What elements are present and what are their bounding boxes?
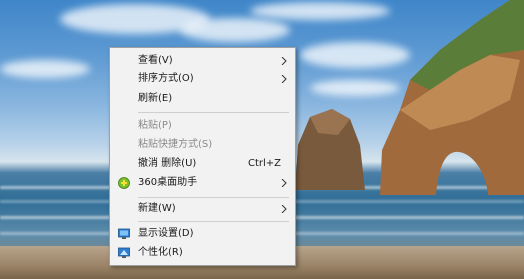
chevron-right-icon [281,57,287,65]
display-settings-icon [118,228,130,239]
menu-item-label: 粘贴快捷方式(S) [138,139,213,150]
menu-item-paste-shortcut[interactable]: 粘贴快捷方式(S) [110,136,295,154]
cloud [180,18,290,42]
menu-item-label: 粘贴(P) [138,120,172,131]
menu-separator [138,112,289,113]
chevron-right-icon [281,75,287,83]
menu-separator [138,221,289,222]
360-desktop-helper-icon [118,177,130,189]
menu-item-undo-delete[interactable]: 撤消 删除(U) Ctrl+Z [110,155,295,173]
chevron-right-icon [281,179,287,187]
personalize-icon [118,247,130,258]
menu-item-refresh[interactable]: 刷新(E) [110,90,295,108]
menu-item-label: 撤消 删除(U) [138,158,197,169]
menu-item-paste[interactable]: 粘贴(P) [110,117,295,135]
cloud [250,2,390,20]
menu-item-label: 360桌面助手 [138,177,198,188]
menu-separator [138,197,289,198]
menu-item-display-settings[interactable]: 显示设置(D) [110,225,295,243]
menu-item-360-desktop-helper[interactable]: 360桌面助手 [110,174,295,192]
cloud [0,60,90,78]
chevron-right-icon [281,205,287,213]
desktop-context-menu: 查看(V) 排序方式(O) 刷新(E) 粘贴(P) 粘贴快捷方式(S) 撤消 删… [109,47,296,266]
arch-rock [380,0,524,195]
menu-item-label: 刷新(E) [138,93,173,104]
menu-item-view[interactable]: 查看(V) [110,52,295,70]
small-rock [295,109,365,190]
desktop-background[interactable]: 查看(V) 排序方式(O) 刷新(E) 粘贴(P) 粘贴快捷方式(S) 撤消 删… [0,0,524,279]
menu-item-label: 新建(W) [138,203,176,214]
menu-item-label: 个性化(R) [138,247,183,258]
menu-item-sort-by[interactable]: 排序方式(O) [110,70,295,88]
menu-item-label: 排序方式(O) [138,73,194,84]
menu-item-new[interactable]: 新建(W) [110,200,295,218]
menu-item-shortcut: Ctrl+Z [247,158,281,169]
menu-item-label: 查看(V) [138,55,173,66]
menu-item-label: 显示设置(D) [138,228,194,239]
menu-item-personalize[interactable]: 个性化(R) [110,244,295,262]
